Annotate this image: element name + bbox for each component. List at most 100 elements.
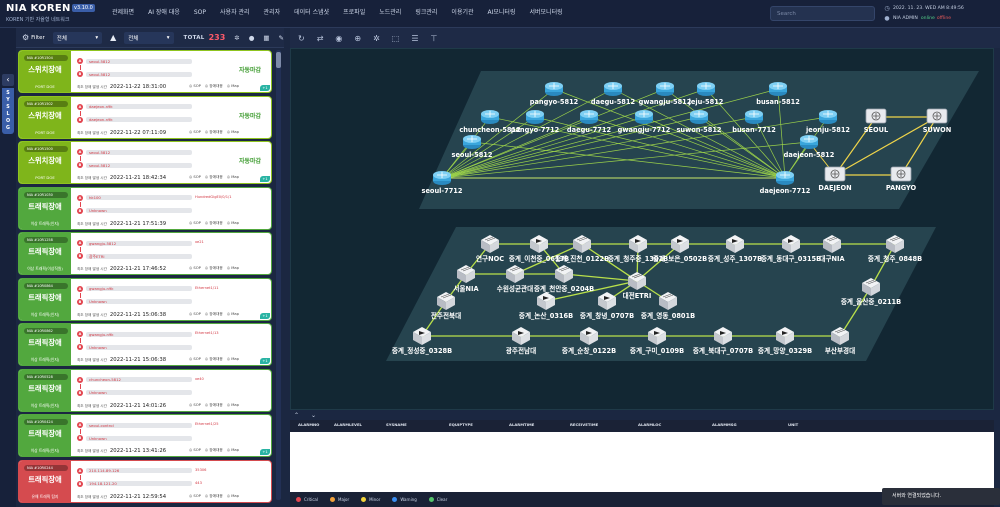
- sop-button[interactable]: ◎ SOP: [189, 84, 201, 89]
- alarm-card[interactable]: NIA #10R0244 트래픽장애 유해 트래픽 탐지 A 210.114.89.12…: [18, 459, 272, 503]
- sop-button[interactable]: ◎ SOP: [189, 448, 201, 453]
- alarm-card[interactable]: NIA #10R1030 트래픽장애 이상 트래픽(인지) Ahk100 B Unknow…: [18, 186, 272, 230]
- node-label: 광주전남대: [506, 346, 536, 355]
- response-button[interactable]: ◎ 장애대응: [205, 84, 223, 89]
- alarm-card[interactable]: NIA #10R1500 스위치장애 PORT DOE Aseoul-5812 Bseo…: [18, 141, 272, 184]
- alarm-card[interactable]: NIA #10R0862 트래픽장애 이상 트래픽(인지) Agwangju-n9k B…: [18, 323, 272, 366]
- response-button[interactable]: ◎ 장애대응: [205, 130, 223, 135]
- network-topology[interactable]: pangyo-5812 daegu-5812 gwangju-5812jeju-58…: [291, 49, 994, 410]
- sop-button[interactable]: ◎ SOP: [189, 130, 201, 135]
- sop-button[interactable]: ◎ SOP: [189, 221, 201, 226]
- column-header[interactable]: ALARMMSG: [712, 422, 737, 427]
- node-label: PANGYO: [886, 184, 917, 192]
- column-header[interactable]: EQUIPTYPE: [449, 422, 473, 427]
- filter-select-1[interactable]: 전체 ▾: [52, 31, 103, 44]
- map-button[interactable]: ◎ Map: [227, 403, 239, 408]
- alarm-card[interactable]: NIA #10R0424 트래픽장애 이상 트래픽(인지) Aseoul-contro…: [18, 414, 272, 457]
- response-button[interactable]: ◎ 장애대응: [205, 403, 223, 408]
- response-button[interactable]: ◎ 장애대응: [205, 448, 223, 453]
- alarm-card[interactable]: NIA #10R0864 트래픽장애 이상 트래픽(인지) Agwangju-n9k B…: [18, 277, 272, 321]
- map-button[interactable]: ◎ Map: [227, 130, 239, 135]
- column-header[interactable]: ALARMNO: [298, 422, 319, 427]
- alarm-subtype: 이상 트래픽(인지): [30, 220, 60, 226]
- layout-icon[interactable]: ⇄: [317, 34, 324, 43]
- column-header[interactable]: SYSNAME: [386, 422, 407, 427]
- bell-icon[interactable]: ●: [249, 34, 255, 42]
- sop-button[interactable]: ◎ SOP: [189, 175, 201, 180]
- chevron-left-icon[interactable]: ‹: [2, 74, 14, 86]
- menu-item[interactable]: 프로파일: [336, 0, 372, 28]
- menu-item[interactable]: 노드관리: [372, 0, 408, 28]
- pin-b-icon: B: [77, 116, 83, 123]
- chevron-up-icon[interactable]: ⌃: [294, 412, 299, 420]
- syslog-tab[interactable]: SYSLOG: [2, 88, 14, 134]
- node-switch[interactable]: SEOUL: [864, 108, 889, 134]
- column-header[interactable]: ALARMLOC: [638, 422, 661, 427]
- menu-item[interactable]: 관제화면: [105, 0, 141, 28]
- map-button[interactable]: ◎ Map: [227, 84, 239, 89]
- response-button[interactable]: ◎ 장애대응: [205, 175, 223, 180]
- scrollbar[interactable]: [276, 50, 281, 500]
- network-map[interactable]: pangyo-5812 daegu-5812 gwangju-5812 jeju-58…: [290, 48, 994, 410]
- node-b-name: seoul-5812: [86, 71, 192, 77]
- menu-item[interactable]: 서버모니터링: [522, 0, 569, 28]
- sop-button[interactable]: ◎ SOP: [189, 494, 201, 499]
- menu-item[interactable]: 관리자: [257, 0, 288, 28]
- edit-icon[interactable]: ✎: [279, 34, 284, 42]
- column-header[interactable]: UNIT: [788, 422, 798, 427]
- alarm-name: 트래픽장애: [28, 292, 62, 302]
- menu-item[interactable]: 이용기관: [444, 0, 480, 28]
- logo[interactable]: NIA KOREN v3.10.0 KOREN 기반 자율형 네트워크: [6, 3, 98, 25]
- grid-icon[interactable]: ▦: [263, 34, 269, 42]
- legend-item: Critical: [296, 497, 318, 502]
- user-icon[interactable]: ●: [884, 15, 890, 22]
- list-icon[interactable]: ☰: [411, 34, 418, 43]
- filter-select-2[interactable]: 전체 ▾: [124, 31, 174, 44]
- menu-item[interactable]: AI모니터링: [481, 0, 523, 28]
- map-button[interactable]: ◎ Map: [227, 221, 239, 226]
- alarm-card[interactable]: NIA #10R1504 스위치장애 PORT DOE Aseoul-5812 Bseo…: [18, 50, 272, 93]
- sop-button[interactable]: ◎ SOP: [189, 403, 201, 408]
- node-switch[interactable]: SUWON: [923, 108, 952, 134]
- map-button[interactable]: ◎ Map: [227, 175, 239, 180]
- menu-item[interactable]: SOP: [187, 0, 213, 28]
- menu-item[interactable]: 링크관리: [408, 0, 444, 28]
- menu-item[interactable]: 데이터 스냅샷: [287, 0, 336, 28]
- response-button[interactable]: ◎ 장애대응: [205, 266, 223, 271]
- alarm-card[interactable]: NIA #10R0528 트래픽장애 이상 트래픽(인지) Achuncheon-58…: [18, 368, 272, 412]
- menu-item[interactable]: 사용자 관리: [213, 0, 257, 28]
- alarm-card[interactable]: NIA #10R1502 스위치장애 PORT DOE Adaejeon-n9k Bda…: [18, 95, 272, 139]
- settings-icon[interactable]: ✲: [234, 34, 239, 42]
- map-button[interactable]: ◎ Map: [227, 312, 239, 317]
- response-button[interactable]: ◎ 장애대응: [205, 357, 223, 362]
- card-actions: ◎ SOP ◎ 장애대응 ◎ Map: [189, 403, 239, 408]
- sop-button[interactable]: ◎ SOP: [189, 312, 201, 317]
- map-button[interactable]: ◎ Map: [227, 494, 239, 499]
- response-button[interactable]: ◎ 장애대응: [205, 221, 223, 226]
- alarm-type: NIA #10R0424 트래픽장애 이상 트래픽(인지): [19, 415, 71, 456]
- response-button[interactable]: ◎ 장애대응: [205, 312, 223, 317]
- warning-icon: ▲: [110, 33, 117, 42]
- filter-button[interactable]: ⚙ Filter: [22, 33, 45, 42]
- alarm-card[interactable]: NIA #10R1258 트래픽장애 이상 트래픽(이상직원) Agwangju-58…: [18, 232, 272, 275]
- refresh-icon[interactable]: ↻: [298, 34, 305, 43]
- column-header[interactable]: ALARMLEVEL: [334, 422, 362, 427]
- column-header[interactable]: ALARMTIME: [509, 422, 534, 427]
- scroll-thumb[interactable]: [276, 52, 281, 68]
- map-button[interactable]: ◎ Map: [227, 266, 239, 271]
- menu-item[interactable]: AI 장애 대응: [141, 0, 187, 28]
- chevron-down-icon[interactable]: ⌄: [311, 412, 316, 420]
- text-icon[interactable]: ⊤: [431, 34, 438, 43]
- globe-icon[interactable]: ◉: [335, 34, 342, 43]
- node-a: Aseoul-control: [77, 422, 192, 428]
- fit-icon[interactable]: ⬚: [392, 34, 400, 43]
- search-input[interactable]: [770, 6, 875, 21]
- map-button[interactable]: ◎ Map: [227, 357, 239, 362]
- column-header[interactable]: RECEIVETIME: [570, 422, 598, 427]
- zoom-icon[interactable]: ⊕: [354, 34, 361, 43]
- sop-button[interactable]: ◎ SOP: [189, 266, 201, 271]
- map-button[interactable]: ◎ Map: [227, 448, 239, 453]
- response-button[interactable]: ◎ 장애대응: [205, 494, 223, 499]
- settings-icon[interactable]: ✲: [373, 34, 380, 43]
- sop-button[interactable]: ◎ SOP: [189, 357, 201, 362]
